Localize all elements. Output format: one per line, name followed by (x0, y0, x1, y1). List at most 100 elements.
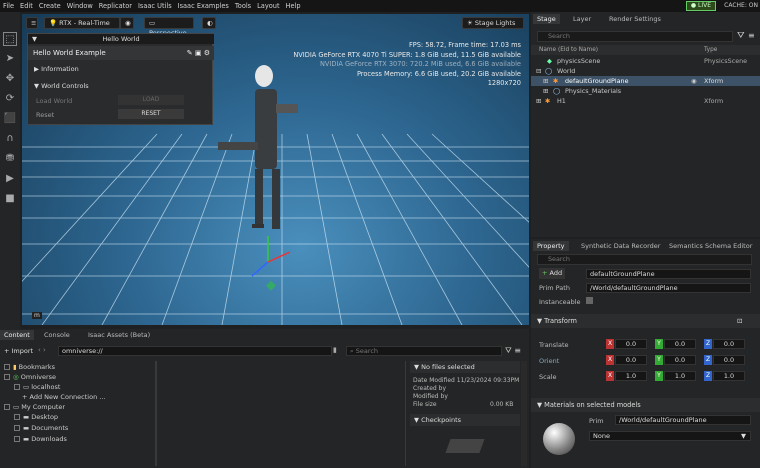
move-icon[interactable]: ✥ (3, 72, 17, 86)
tab-synthetic-data-recorder[interactable]: Synthetic Data Recorder (577, 241, 664, 251)
bookmark-icon: ▮ (13, 363, 17, 371)
nav-arrows[interactable]: ‹ › (38, 346, 46, 354)
path-field[interactable]: omniverse:// (58, 346, 332, 356)
omniverse-icon: ◎ (13, 373, 19, 381)
camera-dropdown[interactable]: ▭ Perspective (144, 17, 194, 37)
collapse-icon[interactable]: ▼ (32, 34, 37, 44)
orient-x[interactable]: 0.0 (615, 355, 647, 365)
tab-console[interactable]: Console (40, 330, 74, 340)
expand-icon[interactable]: ⊞ (536, 96, 541, 106)
world-controls-section[interactable]: ▼ World Controls (34, 82, 89, 90)
stage-lights-dropdown[interactable]: ☀ Stage Lights (462, 17, 524, 29)
snap-icon[interactable]: ∩ (3, 132, 17, 146)
translate-z[interactable]: 0.0 (713, 339, 745, 349)
expand-icon[interactable]: ⊞ (543, 86, 548, 96)
tab-semantics-schema-editor[interactable]: Semantics Schema Editor (665, 241, 756, 251)
menu-layout[interactable]: Layout (254, 2, 282, 10)
camera-icon[interactable]: ⛃ (3, 152, 17, 166)
translate-x[interactable]: 0.0 (615, 339, 647, 349)
cache-status[interactable]: CACHE: ON (724, 2, 758, 9)
prim-path-field[interactable]: /World/defaultGroundPlane (586, 283, 751, 293)
menu-edit[interactable]: Edit (17, 2, 36, 10)
tree-add-connection[interactable]: + Add New Connection ... (22, 393, 105, 402)
menu-create[interactable]: Create (36, 2, 64, 10)
information-section[interactable]: ▶ Information (34, 65, 79, 73)
tab-layer[interactable]: Layer (569, 14, 595, 24)
tree-downloads[interactable]: ▬ Downloads (14, 435, 67, 444)
select-mode-icon[interactable]: ⬚ (3, 32, 17, 46)
material-prim-field[interactable]: /World/defaultGroundPlane (615, 415, 751, 425)
reset-button[interactable]: RESET (118, 109, 184, 119)
content-filter-icon[interactable]: ⛛ ≡ (505, 346, 521, 356)
scale-x[interactable]: 1.0 (615, 371, 647, 381)
instanceable-label: Instanceable (539, 298, 581, 306)
transform-section[interactable]: ▼ Transform ⊡ (531, 314, 760, 328)
menu-isaac-examples[interactable]: Isaac Examples (175, 2, 232, 10)
play-icon[interactable]: ▶ (3, 172, 17, 186)
stop-icon[interactable]: ■ (3, 192, 17, 206)
menu-isaac-utils[interactable]: Isaac Utils (135, 2, 175, 10)
materials-section[interactable]: ▼ Materials on selected models (531, 398, 760, 412)
menu-tools[interactable]: Tools (232, 2, 254, 10)
stage-row[interactable]: ⊞ ✱ H1 Xform (531, 96, 760, 106)
menu-icon[interactable]: ≡ (748, 31, 755, 40)
stage-row[interactable]: ◆ physicsScene PhysicsScene (531, 56, 760, 66)
load-button[interactable]: LOAD (118, 95, 184, 105)
tree-documents[interactable]: ▬ Documents (14, 424, 68, 433)
scale-y[interactable]: 1.0 (664, 371, 696, 381)
col-name[interactable]: Name (Eid to Name) (539, 47, 598, 53)
expand-icon[interactable]: ⊟ (536, 66, 541, 76)
live-button[interactable]: ● LIVE (685, 1, 716, 11)
add-button[interactable]: + Add (539, 268, 565, 279)
details-header[interactable]: ▼ No files selected (410, 361, 520, 373)
filter-icon[interactable]: ⛛ (737, 31, 745, 41)
scale-z[interactable]: 1.0 (713, 371, 745, 381)
rotate-icon[interactable]: ⟳ (3, 92, 17, 106)
eye-icon[interactable]: ◉ (120, 17, 134, 29)
scale-icon[interactable]: ⬛ (3, 112, 17, 126)
property-search-input[interactable]: Search (537, 254, 752, 265)
tree-desktop[interactable]: ▬ Desktop (14, 413, 58, 422)
stage-search-input[interactable]: Search (537, 31, 733, 42)
transform-options-icon[interactable]: ⊡ (737, 314, 743, 328)
visibility-icon[interactable]: ◉ (691, 76, 697, 86)
tab-content[interactable]: Content (0, 330, 34, 340)
checkpoints-header[interactable]: ▼ Checkpoints (410, 414, 520, 426)
menu-help[interactable]: Help (283, 2, 304, 10)
render-mode-dropdown[interactable]: 💡 RTX - Real-Time (44, 17, 120, 29)
audio-icon[interactable]: ◐ (202, 17, 216, 29)
tab-stage[interactable]: Stage (533, 14, 560, 24)
stage-row[interactable]: ⊟ ◯ World (531, 66, 760, 76)
translate-y[interactable]: 0.0 (664, 339, 696, 349)
date-modified: Date Modified 11/23/2024 09:33PM (413, 377, 520, 384)
edit-icons[interactable]: ✎ ▣ ⚙ (187, 46, 210, 60)
divider[interactable] (155, 361, 157, 466)
viewport-settings-button[interactable]: ≡ (26, 17, 38, 29)
material-dropdown[interactable]: None ▼ (589, 431, 751, 441)
expand-icon[interactable]: ⊞ (543, 76, 548, 86)
scope-icon: ◯ (553, 87, 561, 95)
menu-window[interactable]: Window (64, 2, 96, 10)
stage-row-selected[interactable]: ⊞ ✱ defaultGroundPlane ◉ Xform (531, 76, 760, 86)
scrollbar[interactable] (521, 361, 527, 466)
tab-render-settings[interactable]: Render Settings (605, 14, 665, 24)
content-search-input[interactable]: ⌕ Search (346, 346, 502, 356)
menu-replicator[interactable]: Replicator (96, 2, 135, 10)
tree-localhost[interactable]: ▭ localhost (14, 383, 60, 392)
col-type[interactable]: Type (704, 45, 717, 55)
instanceable-checkbox[interactable] (586, 297, 593, 304)
tab-property[interactable]: Property (533, 241, 569, 251)
menu-file[interactable]: File (0, 2, 17, 10)
import-button[interactable]: + Import (4, 347, 33, 355)
orient-y[interactable]: 0.0 (664, 355, 696, 365)
row-name: physicsScene (557, 57, 601, 65)
pointer-icon[interactable]: ➤ (3, 52, 17, 66)
tree-my-computer[interactable]: ▭ My Computer (4, 403, 65, 412)
tab-isaac-assets[interactable]: Isaac Assets (Beta) (84, 330, 154, 340)
prim-name-field[interactable]: defaultGroundPlane (586, 269, 751, 279)
tree-bookmarks[interactable]: ▮ Bookmarks (4, 363, 55, 372)
bookmark-icon[interactable]: ▮ (333, 346, 337, 354)
stage-row[interactable]: ⊞ ◯ Physics_Materials (531, 86, 760, 96)
tree-omniverse[interactable]: ◎ Omniverse (4, 373, 56, 382)
orient-z[interactable]: 0.0 (713, 355, 745, 365)
